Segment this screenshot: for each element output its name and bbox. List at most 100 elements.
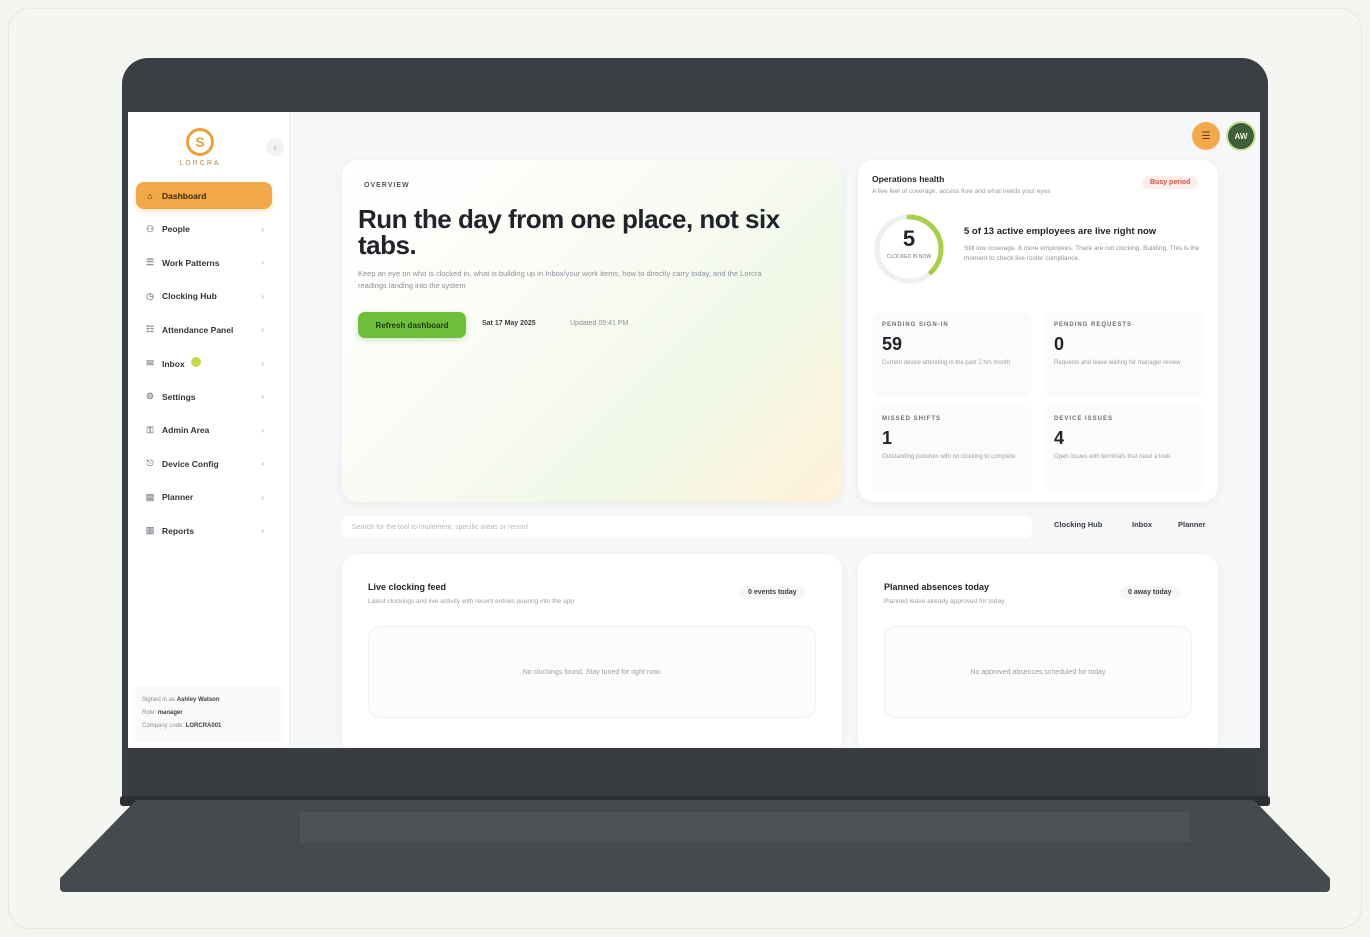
stat-value: 4 xyxy=(1054,428,1065,448)
sidebar-item-device-config[interactable]: ⎋ Device Config › xyxy=(136,450,272,477)
hero-date: Sat 17 May 2025 xyxy=(482,320,536,327)
stat-value: 0 xyxy=(1054,334,1065,354)
quick-link-inbox[interactable]: Inbox xyxy=(1132,520,1152,529)
sidebar-item-label: Device Config xyxy=(162,458,219,469)
chevron-right-icon: › xyxy=(261,291,264,301)
grid-icon: ☷ xyxy=(145,324,155,334)
stat-device-issues[interactable]: DEVICE ISSUES 4 Open issues with termina… xyxy=(1044,406,1204,492)
sidebar: S LORCRA ‹ ⌂ Dashboard ⚇ People › ☰ Work… xyxy=(128,112,290,748)
mail-icon: ✉ xyxy=(146,357,154,368)
chevron-right-icon: › xyxy=(261,459,264,468)
empty-state: No clockings found. Stay tuned for right… xyxy=(368,626,816,718)
sidebar-item-settings[interactable]: ⚙ Settings › xyxy=(136,383,272,410)
panel-title: Planned absences today xyxy=(884,582,990,592)
sidebar-item-label: Planner xyxy=(162,492,194,502)
calendar-icon: ▤ xyxy=(145,491,155,502)
laptop-keyboard-strip xyxy=(300,812,1190,842)
chevron-right-icon: › xyxy=(261,224,264,234)
stat-description: Current device attending in the past 2 h… xyxy=(882,360,1011,366)
chevron-right-icon: › xyxy=(261,325,264,334)
sidebar-nav: ⌂ Dashboard ⚇ People › ☰ Work Patterns ›… xyxy=(136,182,272,551)
company-label: Company code: xyxy=(142,723,185,729)
stat-pending-sign-in[interactable]: PENDING SIGN-IN 59 Current device attend… xyxy=(872,312,1032,398)
sidebar-item-label: Settings xyxy=(162,391,196,402)
signed-in-label: Signed in as xyxy=(142,697,176,703)
sidebar-item-work-patterns[interactable]: ☰ Work Patterns › xyxy=(136,249,272,276)
sidebar-item-label: Admin Area xyxy=(162,425,210,435)
stat-label: PENDING REQUESTS xyxy=(1054,322,1133,328)
chevron-right-icon: › xyxy=(261,392,264,401)
search-input[interactable]: Search for the tool to implement, specif… xyxy=(342,516,1032,538)
gear-icon: ⚙ xyxy=(145,391,155,401)
sidebar-item-inbox[interactable]: ✉ Inbox › xyxy=(136,350,272,377)
live-clocking-feed-panel: Live clocking feed Latest clockings and … xyxy=(342,554,842,748)
sidebar-collapse-button[interactable]: ‹ xyxy=(266,138,284,156)
sidebar-item-clocking-hub[interactable]: ◷ Clocking Hub › xyxy=(136,283,272,310)
home-icon: ⌂ xyxy=(147,190,153,201)
empty-state: No approved absences scheduled for today xyxy=(884,626,1192,718)
sidebar-item-label: People xyxy=(162,224,190,234)
refresh-dashboard-button[interactable]: Refresh dashboard xyxy=(358,312,466,338)
ops-headline: 5 of 13 active employees are live right … xyxy=(964,226,1157,237)
chevron-right-icon: › xyxy=(261,492,264,502)
stat-pending-requests[interactable]: PENDING REQUESTS 0 Requests and leave wa… xyxy=(1044,312,1204,398)
sidebar-item-admin-area[interactable]: ⚿ Admin Area › xyxy=(136,417,272,444)
stat-label: PENDING SIGN-IN xyxy=(882,322,949,328)
stat-value: 59 xyxy=(882,334,903,354)
status-badge: Busy period xyxy=(1142,176,1199,189)
hero-description: Keep an eye on who is clocked in, what i… xyxy=(358,269,762,290)
chevron-right-icon: › xyxy=(261,258,264,267)
report-icon: ▥ xyxy=(145,525,155,535)
chevron-right-icon: › xyxy=(261,526,264,535)
stat-description: Open issues with terminals that need a l… xyxy=(1054,454,1171,460)
stat-description: Requests and leave waiting for manager r… xyxy=(1054,360,1181,366)
clocked-in-count: 5 xyxy=(902,226,916,251)
sidebar-item-planner[interactable]: ▤ Planner › xyxy=(136,484,272,511)
menu-icon[interactable]: ☰ xyxy=(1192,122,1220,150)
ops-description: Still low coverage. 8 more employees. Th… xyxy=(964,245,1200,262)
sidebar-item-label: Work Patterns xyxy=(162,257,220,268)
panel-badge: 0 away today xyxy=(1120,586,1180,599)
signed-in-user: Signed in as Ashley Watson Role: manager… xyxy=(132,686,284,742)
user-role: manager xyxy=(157,710,183,716)
sidebar-item-label: Clocking Hub xyxy=(162,291,217,301)
hero-card: OVERVIEW Run the day from one place, not… xyxy=(342,160,842,502)
brand-logo-icon: S xyxy=(186,128,214,156)
operations-health-card: Operations health A live feel of coverag… xyxy=(858,160,1218,502)
panel-badge: 0 events today xyxy=(740,586,805,599)
clock-icon: ◷ xyxy=(146,290,154,301)
hero-title: Run the day from one place, not six tabs… xyxy=(358,204,780,260)
quick-link-clocking-hub[interactable]: Clocking Hub xyxy=(1054,520,1102,529)
list-icon: ☰ xyxy=(145,257,155,267)
avatar[interactable]: AW xyxy=(1226,121,1256,151)
company-code: LORCRA001 xyxy=(185,723,222,729)
user-name: Ashley Watson xyxy=(176,697,220,703)
quick-link-planner[interactable]: Planner xyxy=(1178,520,1206,529)
stat-value: 1 xyxy=(882,428,893,448)
hero-tag: OVERVIEW xyxy=(364,182,410,189)
sidebar-item-dashboard[interactable]: ⌂ Dashboard xyxy=(136,182,272,209)
sidebar-item-label: Attendance Panel xyxy=(162,324,234,335)
sidebar-item-reports[interactable]: ▥ Reports › xyxy=(136,517,272,544)
stat-description: Outstanding punches with no clocking to … xyxy=(882,454,1016,460)
planned-absences-panel: Planned absences today Planned leave alr… xyxy=(858,554,1218,748)
key-icon: ⚿ xyxy=(146,424,154,435)
sidebar-item-people[interactable]: ⚇ People › xyxy=(136,216,272,243)
chevron-right-icon: › xyxy=(261,425,264,435)
sidebar-item-label: Reports xyxy=(162,525,195,536)
hero-updated: Updated 09:41 PM xyxy=(570,320,629,327)
stat-label: DEVICE ISSUES xyxy=(1054,416,1114,422)
brand-name: LORCRA xyxy=(179,160,221,167)
coverage-ring: 5 CLOCKED IN NOW xyxy=(872,212,946,286)
panel-subtitle: Planned leave already approved for today xyxy=(884,598,1005,605)
inbox-badge xyxy=(190,357,201,367)
app-screen: S LORCRA ‹ ⌂ Dashboard ⚇ People › ☰ Work… xyxy=(128,112,1260,748)
role-label: Role: xyxy=(142,710,157,716)
sidebar-item-attendance-panel[interactable]: ☷ Attendance Panel › xyxy=(136,316,272,343)
ops-subtitle: A live feel of coverage, access flow and… xyxy=(872,188,1051,195)
clocked-in-caption: CLOCKED IN NOW xyxy=(886,254,932,260)
stat-missed-shifts[interactable]: MISSED SHIFTS 1 Outstanding punches with… xyxy=(872,406,1032,492)
people-icon: ⚇ xyxy=(145,223,155,234)
chevron-right-icon: › xyxy=(261,358,264,368)
panel-subtitle: Latest clockings and live activity with … xyxy=(368,598,574,605)
